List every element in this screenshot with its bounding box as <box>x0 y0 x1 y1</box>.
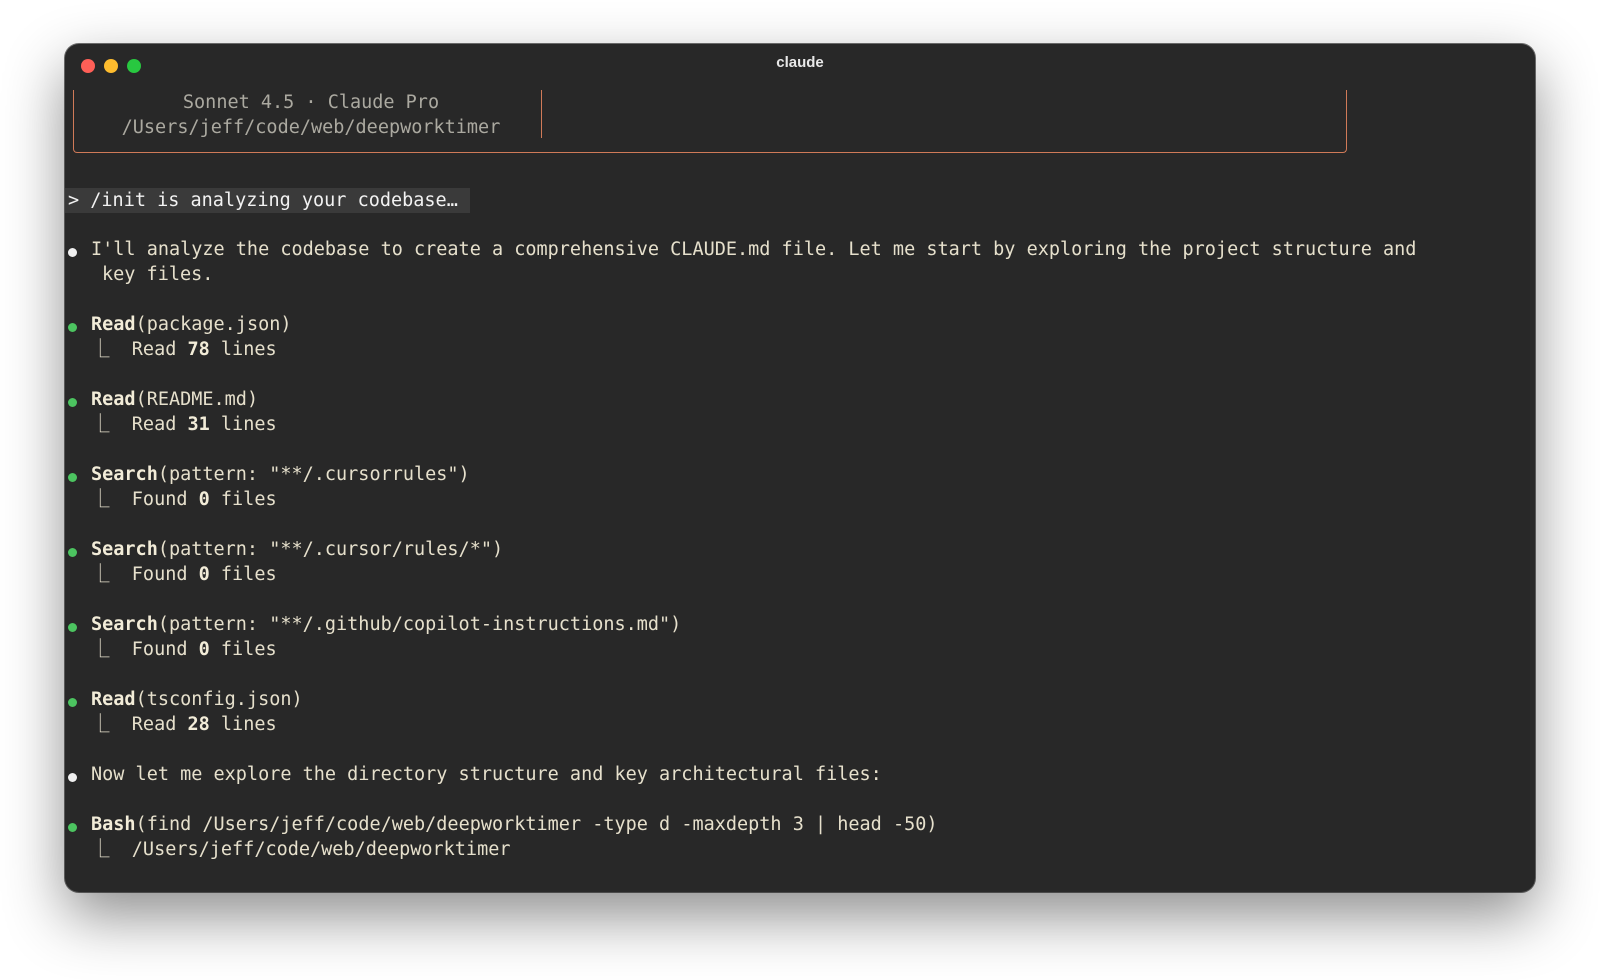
tool-args: (pattern: "**/.cursorrules") <box>157 464 470 485</box>
tool-result-text: Found <box>131 639 199 660</box>
working-directory: /Users/jeff/code/web/deepworktimer <box>121 117 501 138</box>
result-elbow-icon: ⎿ <box>91 414 110 435</box>
tool-result-count: 0 <box>198 489 210 510</box>
message-text: I'll analyze the codebase to create a co… <box>91 239 1417 260</box>
tool-success-bullet-icon <box>68 548 77 557</box>
tool-result-line: ⎿ Read 78 lines <box>91 337 277 362</box>
tool-call-line: Read(tsconfig.json) <box>91 687 303 712</box>
tool-success-bullet-icon <box>68 823 77 832</box>
tool-args: (find /Users/jeff/code/web/deepworktimer… <box>135 814 938 835</box>
tool-args: (pattern: "**/.github/copilot-instructio… <box>157 614 682 635</box>
tool-name: Search <box>91 614 158 635</box>
model-label: Sonnet 4.5 · Claude Pro <box>182 92 440 113</box>
tool-call-line: Read(package.json) <box>91 312 292 337</box>
tool-result-text: Read <box>131 714 188 735</box>
tool-result-text: Found <box>131 489 199 510</box>
tool-call-line: Search(pattern: "**/.github/copilot-inst… <box>91 612 681 637</box>
tool-name: Read <box>91 314 136 335</box>
tool-success-bullet-icon <box>68 473 77 482</box>
tool-result-suffix: files <box>209 489 277 510</box>
tool-result-text: Read <box>131 414 188 435</box>
tool-result-count: 78 <box>187 339 210 360</box>
tool-result-line: ⎿ Found 0 files <box>91 562 277 587</box>
terminal-window: claude Sonnet 4.5 · Claude Pro /Users/je… <box>65 44 1535 892</box>
tool-result-line: ⎿ Found 0 files <box>91 487 277 512</box>
message-bullet-icon <box>68 248 77 257</box>
tool-name: Read <box>91 689 136 710</box>
tool-name: Search <box>91 539 158 560</box>
tool-result-suffix: lines <box>209 339 277 360</box>
tool-success-bullet-icon <box>68 323 77 332</box>
result-elbow-icon: ⎿ <box>91 839 110 860</box>
tool-result-suffix: lines <box>209 414 277 435</box>
message-bullet-icon <box>68 773 77 782</box>
result-elbow-icon: ⎿ <box>91 564 110 585</box>
tool-call-line: Bash(find /Users/jeff/code/web/deepworkt… <box>91 812 938 837</box>
tool-result-text: Read <box>131 339 188 360</box>
tool-result-text: Found <box>131 564 199 585</box>
tool-result-suffix: lines <box>209 714 277 735</box>
result-elbow-icon: ⎿ <box>91 639 110 660</box>
tool-call-line: Read(README.md) <box>91 387 258 412</box>
tool-args: (pattern: "**/.cursor/rules/*") <box>157 539 504 560</box>
message-text: Now let me explore the directory structu… <box>91 764 882 785</box>
tool-args: (README.md) <box>135 389 259 410</box>
title-bar: claude <box>65 44 1535 84</box>
window-title: claude <box>776 54 824 71</box>
tool-result-count: 0 <box>198 639 210 660</box>
tool-call-line: Search(pattern: "**/.cursorrules") <box>91 462 470 487</box>
tool-args: (tsconfig.json) <box>135 689 303 710</box>
result-elbow-icon: ⎿ <box>91 339 110 360</box>
tool-call-line: Search(pattern: "**/.cursor/rules/*") <box>91 537 503 562</box>
tool-name: Read <box>91 389 136 410</box>
tool-result-suffix: files <box>209 564 277 585</box>
tool-result-line: ⎿ Found 0 files <box>91 637 277 662</box>
tool-success-bullet-icon <box>68 623 77 632</box>
tool-success-bullet-icon <box>68 398 77 407</box>
tool-name: Search <box>91 464 158 485</box>
tool-result-line: ⎿ Read 28 lines <box>91 712 277 737</box>
tool-result-count: 0 <box>198 564 210 585</box>
user-prompt: > /init is analyzing your codebase… <box>65 188 470 213</box>
result-elbow-icon: ⎿ <box>91 714 110 735</box>
tool-result-count: 28 <box>187 714 210 735</box>
tool-result-line: ⎿ Read 31 lines <box>91 412 277 437</box>
tool-args: (package.json) <box>135 314 292 335</box>
result-elbow-icon: ⎿ <box>91 489 110 510</box>
tool-name: Bash <box>91 814 136 835</box>
tool-result-line: ⎿ /Users/jeff/code/web/deepworktimer <box>91 837 511 862</box>
tool-result-suffix: files <box>209 639 277 660</box>
message-text-continued: key files. <box>102 264 214 285</box>
tool-result-text: /Users/jeff/code/web/deepworktimer <box>131 839 511 860</box>
tool-result-count: 31 <box>187 414 210 435</box>
tool-success-bullet-icon <box>68 698 77 707</box>
